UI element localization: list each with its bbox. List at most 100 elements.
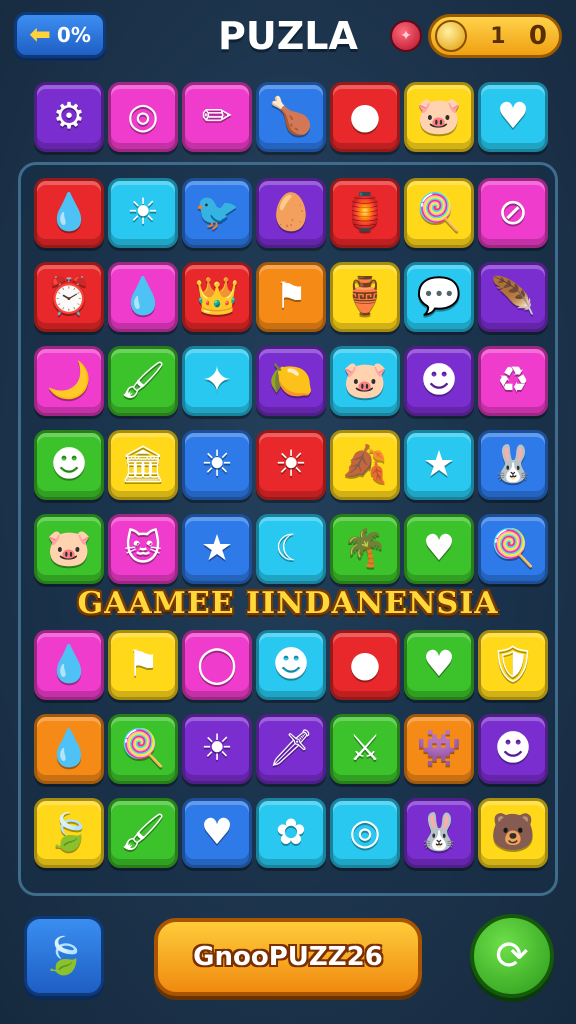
lemon-icon: 🍋	[268, 360, 314, 401]
tile-circle-slash[interactable]: ⊘	[478, 178, 548, 248]
tile-jar[interactable]: 🏺	[330, 262, 400, 332]
tile-feather[interactable]: 🪶	[478, 262, 548, 332]
tile-ring[interactable]: ◯	[182, 630, 252, 700]
tile-sun[interactable]: ☀	[256, 430, 326, 500]
tile-egg[interactable]: 🥚	[256, 178, 326, 248]
lollipop-icon: 🍭	[120, 728, 166, 769]
tile-lollipop[interactable]: 🍭	[404, 178, 474, 248]
tile-pig-face[interactable]: 🐷	[34, 514, 104, 584]
tile-shield[interactable]: 🛡	[478, 630, 548, 700]
tile-cat-face[interactable]: 🐱	[108, 514, 178, 584]
refresh-button[interactable]: ⟳	[470, 914, 554, 998]
tile-drumstick[interactable]: 🍗	[256, 82, 326, 152]
tile-clock[interactable]: ⏰	[34, 262, 104, 332]
tile-heart[interactable]: ♥	[404, 514, 474, 584]
drumstick-icon: 🍗	[268, 96, 314, 137]
tile-green-orb[interactable]: ●	[330, 82, 400, 152]
tile-crown[interactable]: 👑	[182, 262, 252, 332]
brush-icon: 🖌	[120, 812, 166, 853]
sun-icon: ☀	[126, 192, 160, 233]
tile-temple[interactable]: 🏛	[108, 430, 178, 500]
tile-drop[interactable]: 💧	[34, 630, 104, 700]
heart-icon: ♥	[200, 812, 234, 853]
tile-bear-face[interactable]: 🐻	[478, 798, 548, 868]
tile-sun[interactable]: ☀	[182, 430, 252, 500]
tile-moon[interactable]: 🌙	[34, 346, 104, 416]
crossed-tools-icon: ⚔	[348, 728, 382, 769]
tile-lemon[interactable]: 🍋	[256, 346, 326, 416]
tile-spiral[interactable]: ◎	[330, 798, 400, 868]
hint-button[interactable]: 🍃	[24, 916, 104, 996]
sword-icon: 🗡	[268, 728, 314, 769]
tile-recycle[interactable]: ♻	[478, 346, 548, 416]
ring-icon: ◯	[196, 644, 238, 685]
bunny-icon: 🐰	[490, 444, 536, 485]
egg-icon: 🥚	[268, 192, 314, 233]
tile-heart[interactable]: ♥	[478, 82, 548, 152]
star-icon: ✦	[201, 360, 233, 401]
bird-icon: 🐦	[194, 192, 240, 233]
coin-value: 1	[490, 23, 506, 49]
tile-flower[interactable]: ✿	[256, 798, 326, 868]
tile-smiley[interactable]: ☻	[478, 714, 548, 784]
tile-spiral[interactable]: ◎	[108, 82, 178, 152]
star-icon: ★	[200, 528, 234, 569]
tile-smiley[interactable]: ☻	[256, 630, 326, 700]
tile-pencil[interactable]: ✏	[182, 82, 252, 152]
tile-pig-face[interactable]: 🐷	[404, 82, 474, 152]
plum-icon: ●	[349, 644, 381, 685]
tile-bubble[interactable]: 💬	[404, 262, 474, 332]
tile-plum[interactable]: ●	[330, 630, 400, 700]
tile-palm-tree[interactable]: 🌴	[330, 514, 400, 584]
tile-pig-face[interactable]: 🐷	[330, 346, 400, 416]
gear-icon: ⚙	[52, 96, 86, 137]
drop-icon: 💧	[46, 192, 92, 233]
tile-lollipop[interactable]: 🍭	[478, 514, 548, 584]
temple-icon: 🏛	[120, 444, 166, 485]
tile-leaf[interactable]: 🍂	[330, 430, 400, 500]
drop-icon: 💧	[46, 728, 92, 769]
tile-star[interactable]: ✦	[182, 346, 252, 416]
play-button-label: GnooPUZZ26	[193, 942, 383, 972]
tile-leaf[interactable]: 🍃	[34, 798, 104, 868]
tile-crossed-tools[interactable]: ⚔	[330, 714, 400, 784]
tile-drop[interactable]: 💧	[108, 262, 178, 332]
tile-brush[interactable]: 🖌	[108, 798, 178, 868]
pencil-icon: ✏	[201, 96, 233, 137]
tile-bunny[interactable]: 🐰	[404, 798, 474, 868]
lollipop-icon: 🍭	[416, 192, 462, 233]
tile-lollipop[interactable]: 🍭	[108, 714, 178, 784]
tile-bird[interactable]: 🐦	[182, 178, 252, 248]
tile-flag[interactable]: ⚑	[108, 630, 178, 700]
tile-bunny[interactable]: 🐰	[478, 430, 548, 500]
tile-drop[interactable]: 💧	[34, 714, 104, 784]
tile-drop[interactable]: 💧	[34, 178, 104, 248]
flag-icon: ⚑	[274, 276, 308, 317]
tile-lantern[interactable]: 🏮	[330, 178, 400, 248]
tile-heart[interactable]: ♥	[404, 630, 474, 700]
circle-slash-icon: ⊘	[497, 192, 529, 233]
shield-icon: 🛡	[490, 644, 536, 685]
tile-monster[interactable]: 👾	[404, 714, 474, 784]
cat-face-icon: 🐱	[124, 528, 162, 569]
tile-sun[interactable]: ☀	[108, 178, 178, 248]
pig-face-icon: 🐷	[46, 528, 92, 569]
tile-flag[interactable]: ⚑	[256, 262, 326, 332]
bear-face-icon: 🐻	[490, 812, 536, 853]
coin-value-secondary: 0	[528, 21, 547, 51]
tile-gear[interactable]: ⚙	[34, 82, 104, 152]
tile-smiley[interactable]: ☻	[404, 346, 474, 416]
play-button[interactable]: GnooPUZZ26	[154, 918, 422, 996]
tile-sun[interactable]: ☀	[182, 714, 252, 784]
tile-smiley[interactable]: ☻	[34, 430, 104, 500]
brush-icon: 🖌	[120, 360, 166, 401]
tile-moon[interactable]: ☾	[256, 514, 326, 584]
tile-star[interactable]: ★	[404, 430, 474, 500]
tile-star[interactable]: ★	[182, 514, 252, 584]
tile-heart[interactable]: ♥	[182, 798, 252, 868]
tile-sword[interactable]: 🗡	[256, 714, 326, 784]
leaf-icon: 🍂	[342, 444, 388, 485]
sun-icon: ☀	[274, 444, 308, 485]
tile-brush[interactable]: 🖌	[108, 346, 178, 416]
smiley-icon: ☻	[494, 728, 532, 769]
